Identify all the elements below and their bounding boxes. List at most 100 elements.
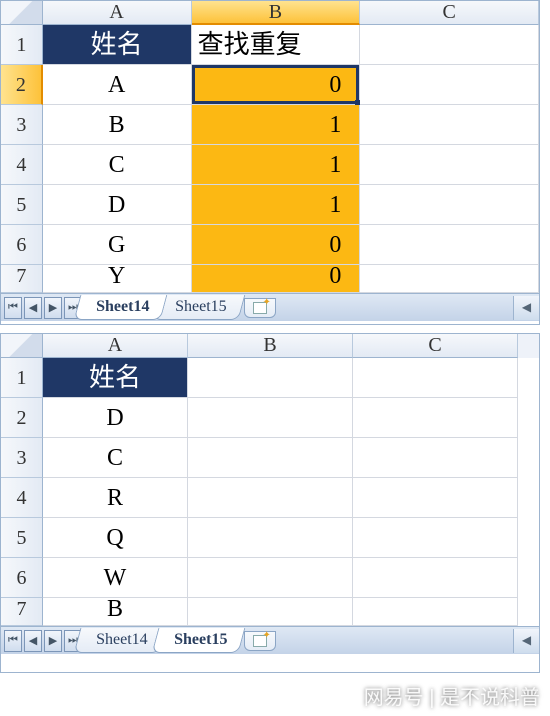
- row-header-5[interactable]: 5: [1, 518, 43, 558]
- row-4: 4 R: [1, 478, 539, 518]
- cell-C1[interactable]: [360, 25, 539, 65]
- cell-C6[interactable]: [360, 225, 539, 265]
- cell-B1[interactable]: [188, 358, 353, 398]
- cell-B5[interactable]: 1: [192, 185, 361, 225]
- sheet-tab-sheet15[interactable]: Sheet15: [151, 628, 245, 653]
- cell-B5[interactable]: [188, 518, 353, 558]
- row-header-1[interactable]: 1: [1, 358, 43, 398]
- new-sheet-button[interactable]: [244, 298, 276, 318]
- col-header-B[interactable]: B: [192, 1, 361, 25]
- cell-A3[interactable]: B: [43, 105, 192, 145]
- cell-C5[interactable]: [360, 185, 539, 225]
- row-header-7[interactable]: 7: [1, 265, 43, 293]
- tab-nav-first-icon[interactable]: ⏮: [4, 630, 22, 652]
- column-header-row: A B C: [1, 334, 539, 358]
- cell-C2[interactable]: [353, 398, 518, 438]
- cell-A4[interactable]: C: [43, 145, 192, 185]
- cell-C4[interactable]: [360, 145, 539, 185]
- cell-B7[interactable]: [188, 598, 353, 626]
- row-header-2[interactable]: 2: [1, 398, 43, 438]
- cell-A3[interactable]: C: [43, 438, 188, 478]
- cell-C2[interactable]: [360, 65, 539, 105]
- row-header-4[interactable]: 4: [1, 145, 43, 185]
- tab-nav-buttons: ⏮ ◀ ▶ ⏭: [1, 297, 85, 319]
- cell-A5[interactable]: Q: [43, 518, 188, 558]
- cell-A4[interactable]: R: [43, 478, 188, 518]
- sheet-tab-sheet14[interactable]: Sheet14: [74, 628, 166, 653]
- row-3: 3 B 1: [1, 105, 539, 145]
- sheet-tab-sheet15[interactable]: Sheet15: [153, 295, 245, 320]
- cell-A5[interactable]: D: [43, 185, 192, 225]
- cell-B1[interactable]: 查找重复: [192, 25, 361, 65]
- row-header-4[interactable]: 4: [1, 478, 43, 518]
- row-6: 6 W: [1, 558, 539, 598]
- row-header-3[interactable]: 3: [1, 438, 43, 478]
- cell-C5[interactable]: [353, 518, 518, 558]
- cell-B6[interactable]: 0: [192, 225, 361, 265]
- row-3: 3 C: [1, 438, 539, 478]
- row-7: 7 B: [1, 598, 539, 626]
- cell-A7[interactable]: Y: [43, 265, 192, 293]
- cell-C3[interactable]: [360, 105, 539, 145]
- row-2: 2 A 0: [1, 65, 539, 105]
- cell-B4[interactable]: [188, 478, 353, 518]
- cell-A1[interactable]: 姓名: [43, 25, 192, 65]
- cell-B3[interactable]: [188, 438, 353, 478]
- cell-B2[interactable]: [188, 398, 353, 438]
- cell-C1[interactable]: [353, 358, 518, 398]
- row-5: 5 Q: [1, 518, 539, 558]
- cell-A7[interactable]: B: [43, 598, 188, 626]
- cell-B6[interactable]: [188, 558, 353, 598]
- row-header-6[interactable]: 6: [1, 225, 43, 265]
- tab-nav-next-icon[interactable]: ▶: [44, 630, 62, 652]
- col-header-C[interactable]: C: [360, 1, 539, 25]
- cell-C4[interactable]: [353, 478, 518, 518]
- row-header-1[interactable]: 1: [1, 25, 43, 65]
- tab-nav-next-icon[interactable]: ▶: [44, 297, 62, 319]
- col-header-B[interactable]: B: [188, 334, 353, 358]
- watermark-text: 网易号 | 是不说科普: [364, 681, 540, 710]
- sheet-tab-bar: ⏮ ◀ ▶ ⏭ Sheet14 Sheet15 ◀: [1, 293, 539, 321]
- select-all-corner[interactable]: [1, 1, 43, 25]
- row-4: 4 C 1: [1, 145, 539, 185]
- new-sheet-icon: [253, 302, 267, 314]
- col-header-A[interactable]: A: [43, 1, 192, 25]
- tab-nav-first-icon[interactable]: ⏮: [4, 297, 22, 319]
- row-1: 1 姓名 查找重复: [1, 25, 539, 65]
- cell-B7[interactable]: 0: [192, 265, 361, 293]
- row-1: 1 姓名: [1, 358, 539, 398]
- tab-nav-prev-icon[interactable]: ◀: [24, 630, 42, 652]
- cell-A2[interactable]: A: [43, 65, 192, 105]
- cell-A6[interactable]: W: [43, 558, 188, 598]
- cell-C6[interactable]: [353, 558, 518, 598]
- row-header-2[interactable]: 2: [1, 65, 43, 105]
- column-header-row: A B C: [1, 1, 539, 25]
- row-5: 5 D 1: [1, 185, 539, 225]
- tab-nav-buttons: ⏮ ◀ ▶ ⏭: [1, 630, 85, 652]
- cell-B4[interactable]: 1: [192, 145, 361, 185]
- select-all-corner[interactable]: [1, 334, 43, 358]
- workbook-bottom: A B C 1 姓名 2 D 3 C 4 R 5 Q 6 W 7: [0, 333, 540, 673]
- cell-A6[interactable]: G: [43, 225, 192, 265]
- cell-C3[interactable]: [353, 438, 518, 478]
- hscroll-left-button[interactable]: ◀: [513, 629, 539, 653]
- workbook-top: A B C 1 姓名 查找重复 2 A 0 3 B 1 4 C 1 5 D 1 …: [0, 0, 540, 325]
- tab-nav-prev-icon[interactable]: ◀: [24, 297, 42, 319]
- row-header-6[interactable]: 6: [1, 558, 43, 598]
- new-sheet-button[interactable]: [244, 631, 276, 651]
- row-7: 7 Y 0: [1, 265, 539, 293]
- sheet-tab-sheet14[interactable]: Sheet14: [74, 295, 168, 320]
- cell-B3[interactable]: 1: [192, 105, 361, 145]
- row-header-7[interactable]: 7: [1, 598, 43, 626]
- col-header-A[interactable]: A: [43, 334, 188, 358]
- cell-B2-active[interactable]: 0: [192, 65, 361, 105]
- cell-A2[interactable]: D: [43, 398, 188, 438]
- row-6: 6 G 0: [1, 225, 539, 265]
- col-header-C[interactable]: C: [353, 334, 518, 358]
- row-header-3[interactable]: 3: [1, 105, 43, 145]
- cell-C7[interactable]: [360, 265, 539, 293]
- hscroll-left-button[interactable]: ◀: [513, 296, 539, 320]
- cell-C7[interactable]: [353, 598, 518, 626]
- cell-A1[interactable]: 姓名: [43, 358, 188, 398]
- row-header-5[interactable]: 5: [1, 185, 43, 225]
